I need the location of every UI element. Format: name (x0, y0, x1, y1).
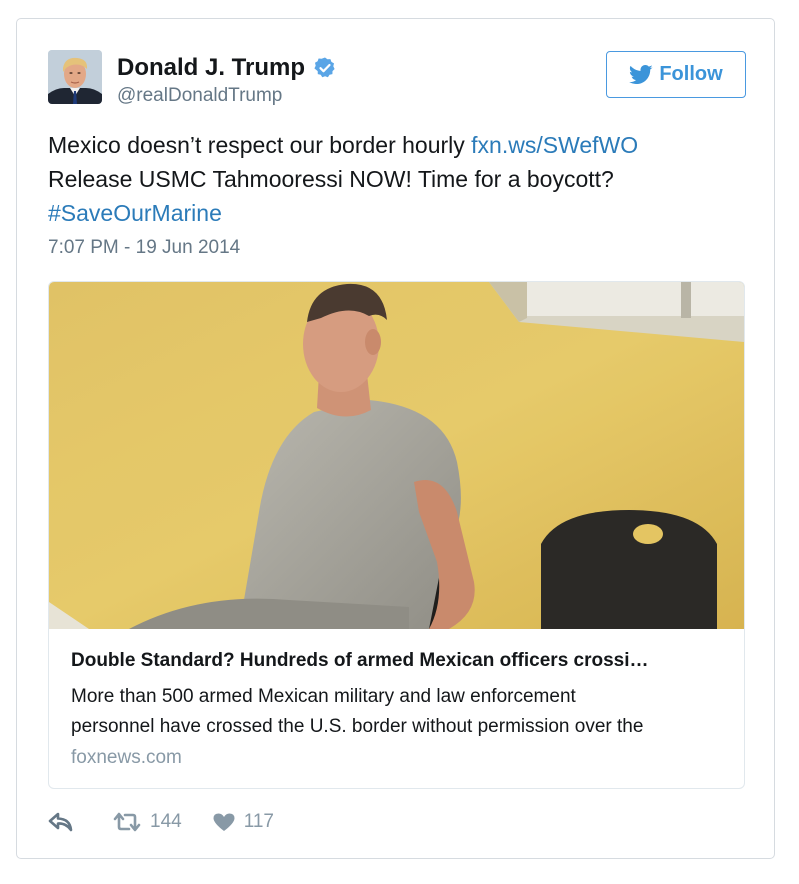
tweet-link[interactable]: fxn.ws/SWefWO (471, 132, 638, 158)
tweet-text: Mexico doesn’t respect our border hourly… (48, 128, 748, 230)
hashtag-link[interactable]: #SaveOurMarine (48, 200, 222, 226)
avatar-image (48, 50, 102, 104)
tweet-line-1: Mexico doesn’t respect our border hourly… (48, 128, 748, 162)
like-button[interactable]: 117 (212, 811, 274, 833)
reply-button[interactable] (48, 812, 82, 832)
tweet-line-2: Release USMC Tahmooressi NOW! Time for a… (48, 166, 614, 192)
retweet-count: 144 (150, 811, 182, 832)
card-description-line-1: More than 500 armed Mexican military and… (71, 686, 576, 707)
author-name[interactable]: Donald J. Trump (117, 54, 305, 82)
avatar[interactable] (48, 50, 102, 104)
verified-badge-icon (314, 57, 335, 78)
author-name-row[interactable]: Donald J. Trump (117, 54, 337, 82)
tweet-line-1-text: Mexico doesn’t respect our border hourly (48, 132, 472, 158)
retweet-button[interactable]: 144 (112, 811, 182, 833)
tweet-timestamp[interactable]: 7:07 PM - 19 Jun 2014 (48, 237, 240, 259)
like-count: 117 (243, 811, 274, 832)
card-description-line-2: personnel have crossed the U.S. border w… (71, 716, 644, 737)
tweet-actions: 144 117 (48, 811, 274, 833)
card-description: More than 500 armed Mexican military and… (71, 682, 731, 742)
card-title[interactable]: Double Standard? Hundreds of armed Mexic… (71, 650, 649, 672)
link-preview-card[interactable]: Double Standard? Hundreds of armed Mexic… (48, 281, 745, 789)
card-domain: foxnews.com (71, 747, 182, 768)
follow-button[interactable]: Follow (606, 51, 746, 98)
follow-label: Follow (659, 63, 723, 85)
tweet-card: Donald J. Trump @realDonaldTrump Follow … (16, 18, 775, 859)
twitter-bird-icon (629, 64, 653, 84)
card-photo (49, 282, 744, 629)
author-handle[interactable]: @realDonaldTrump (117, 85, 282, 107)
reply-icon (48, 812, 73, 832)
retweet-icon (113, 812, 141, 832)
heart-icon (213, 813, 235, 831)
